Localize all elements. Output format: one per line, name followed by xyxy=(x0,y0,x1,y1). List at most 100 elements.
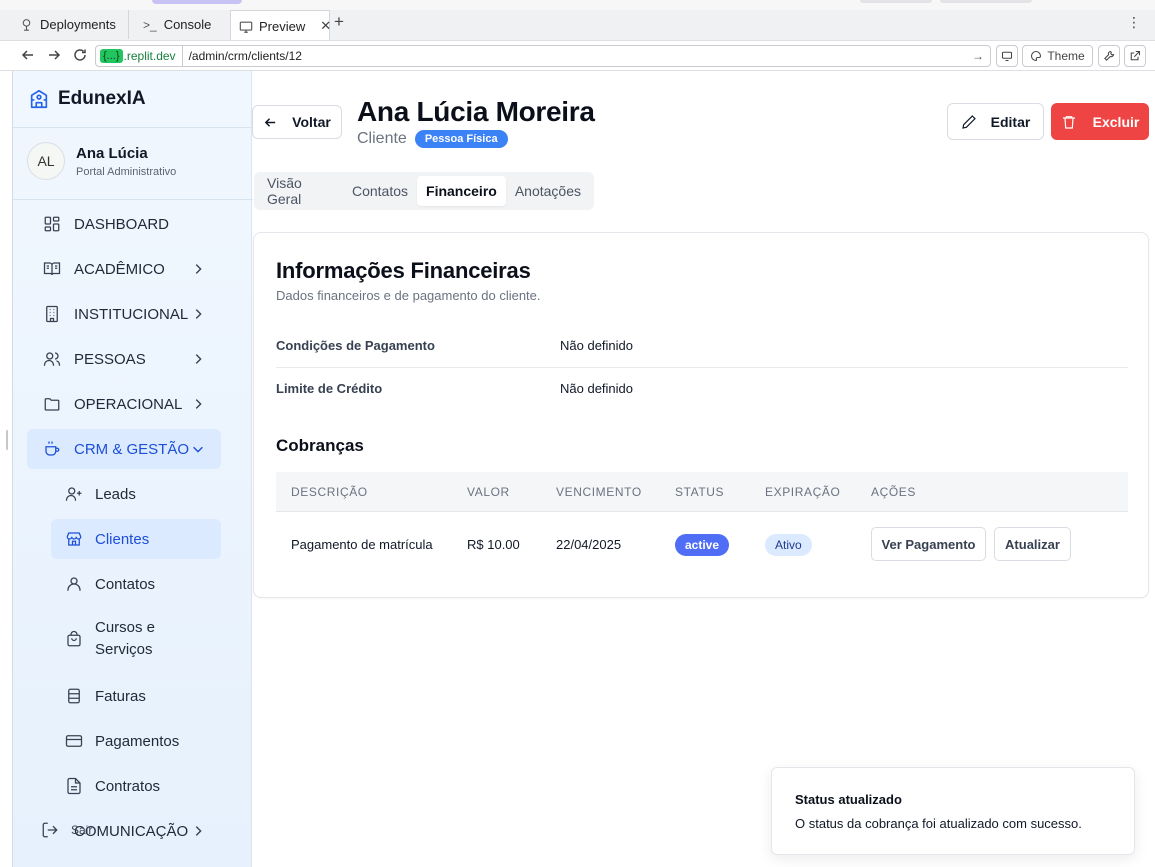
back-label: Voltar xyxy=(292,114,331,130)
more-vertical-icon[interactable]: ⋮ xyxy=(1127,14,1141,31)
back-button[interactable]: Voltar xyxy=(252,105,342,139)
info-row-payment-terms: Condições de Pagamento Não definido xyxy=(276,324,1128,367)
logout-button[interactable]: Sair xyxy=(41,821,92,839)
info-label: Limite de Crédito xyxy=(276,381,383,396)
edit-button[interactable]: Editar xyxy=(947,103,1044,140)
sidebar-item-label: Pagamentos xyxy=(95,732,180,750)
cell-description: Pagamento de matrícula xyxy=(291,536,433,552)
detail-tabs: Visão Geral Contatos Financeiro Anotaçõe… xyxy=(254,172,594,210)
sidebar-item-contratos[interactable]: Contratos xyxy=(51,766,221,806)
host-text: .replit.dev xyxy=(123,49,176,63)
sidebar-item-label: OPERACIONAL xyxy=(74,395,183,413)
open-external-button[interactable] xyxy=(1124,45,1146,67)
close-tab-icon[interactable]: ✕ xyxy=(320,18,331,34)
tab-label: Preview xyxy=(259,18,306,34)
sidebar-item-label: DASHBOARD xyxy=(74,215,170,233)
finance-card: Informações Financeiras Dados financeiro… xyxy=(253,232,1149,598)
charges-title: Cobranças xyxy=(276,436,364,455)
sidebar-item-operacional[interactable]: OPERACIONAL xyxy=(27,384,221,424)
users-icon xyxy=(43,350,61,368)
toast-notification[interactable]: Status atualizado O status da cobrança f… xyxy=(771,767,1135,855)
chevron-right-icon xyxy=(191,397,205,411)
coffee-icon xyxy=(43,440,61,458)
chevron-down-icon xyxy=(191,442,205,456)
divider xyxy=(13,199,253,200)
tab-deployments[interactable]: Deployments xyxy=(0,10,128,39)
expiration-badge: Ativo xyxy=(765,533,812,556)
sidebar-item-label: Contratos xyxy=(95,777,161,795)
cell-expiration: Ativo xyxy=(765,533,871,556)
chevron-right-icon xyxy=(191,824,205,838)
user-profile[interactable]: AL Ana Lúcia Portal Administrativo xyxy=(27,142,176,180)
sidebar-item-pagamentos[interactable]: Pagamentos xyxy=(51,721,221,761)
sidebar-item-label: INSTITUCIONAL xyxy=(74,305,189,323)
tab-visao-geral[interactable]: Visão Geral xyxy=(258,168,343,214)
dashboard-icon xyxy=(43,215,61,233)
terminal-icon: >_ xyxy=(143,17,157,32)
brand[interactable]: EdunexIA xyxy=(28,88,146,110)
reload-icon[interactable] xyxy=(72,47,89,64)
building-icon xyxy=(43,305,61,323)
address-toolbar: {...} .replit.dev /admin/crm/clients/12 … xyxy=(0,40,1155,71)
sidebar-item-institucional[interactable]: INSTITUCIONAL xyxy=(27,294,221,334)
user-name: Ana Lúcia xyxy=(76,145,148,162)
sidebar-item-academico[interactable]: ACADÊMICO xyxy=(27,249,221,289)
devtools-button[interactable] xyxy=(1098,45,1120,67)
sidebar-item-contatos[interactable]: Contatos xyxy=(51,564,221,604)
card-title: Informações Financeiras xyxy=(276,258,531,283)
info-row-credit-limit: Limite de Crédito Não definido xyxy=(276,367,1128,410)
devices-button[interactable] xyxy=(996,45,1018,67)
sidebar-item-crm-gestao[interactable]: CRM & GESTÃO xyxy=(27,429,221,469)
deployments-icon xyxy=(20,18,33,31)
tab-preview[interactable]: Preview ✕ xyxy=(230,10,331,41)
user-icon xyxy=(65,575,83,593)
theme-label: Theme xyxy=(1047,49,1085,63)
column-header: VENCIMENTO xyxy=(556,484,642,499)
delete-label: Excluir xyxy=(1092,113,1140,130)
tab-label: Console xyxy=(163,17,212,32)
pencil-icon xyxy=(961,114,977,130)
chevron-right-icon xyxy=(191,262,205,276)
sidebar-item-label: Contatos xyxy=(95,575,156,593)
browser-tabbar: Deployments >_ Console Preview ✕ + ⋮ xyxy=(0,0,1155,41)
wrench-icon xyxy=(1103,50,1115,62)
column-header: VALOR xyxy=(467,484,510,499)
tabbar-decoration xyxy=(940,0,1032,3)
forward-arrow-icon[interactable] xyxy=(46,47,63,64)
info-value: Não definido xyxy=(560,338,633,353)
chevron-right-icon xyxy=(191,352,205,366)
sidebar-item-leads[interactable]: Leads xyxy=(51,474,221,514)
url-host: {...} .replit.dev xyxy=(96,46,183,66)
sidebar-item-dashboard[interactable]: DASHBOARD xyxy=(27,204,221,244)
sidebar-item-cursos-servicos[interactable]: Cursos e Serviços xyxy=(51,613,221,665)
theme-button[interactable]: Theme xyxy=(1022,45,1093,67)
sidebar-item-faturas[interactable]: Faturas xyxy=(51,676,221,716)
toast-message: O status da cobrança foi atualizado com … xyxy=(795,816,1082,831)
column-header: EXPIRAÇÃO xyxy=(765,484,841,499)
user-plus-icon xyxy=(65,485,83,503)
resize-handle[interactable] xyxy=(6,430,8,450)
tab-financeiro[interactable]: Financeiro xyxy=(417,176,506,206)
tab-console[interactable]: >_ Console xyxy=(128,10,230,39)
edit-label: Editar xyxy=(990,113,1031,130)
view-payment-button[interactable]: Ver Pagamento xyxy=(871,527,986,561)
tab-contatos[interactable]: Contatos xyxy=(343,176,417,206)
log-out-icon xyxy=(41,821,59,839)
tab-anotacoes[interactable]: Anotações xyxy=(506,176,590,206)
back-arrow-icon[interactable] xyxy=(20,47,37,64)
go-arrow-icon[interactable]: → xyxy=(972,49,984,63)
sidebar-item-label: Leads xyxy=(95,485,136,503)
new-tab-icon[interactable]: + xyxy=(334,12,344,32)
divider xyxy=(13,127,253,128)
page-subtitle: Cliente Pessoa Física xyxy=(357,130,508,148)
info-value: Não definido xyxy=(560,381,633,396)
sidebar-item-label: CRM & GESTÃO xyxy=(74,440,190,458)
url-field[interactable]: {...} .replit.dev /admin/crm/clients/12 … xyxy=(95,45,991,67)
logout-label: Sair xyxy=(71,823,93,837)
charges-table: DESCRIÇÃO VALOR VENCIMENTO STATUS EXPIRA… xyxy=(276,472,1128,576)
delete-button[interactable]: Excluir xyxy=(1051,103,1149,140)
monitor-icon xyxy=(1001,50,1013,62)
update-button[interactable]: Atualizar xyxy=(994,527,1071,561)
sidebar-item-clientes[interactable]: Clientes xyxy=(51,519,221,559)
sidebar-item-pessoas[interactable]: PESSOAS xyxy=(27,339,221,379)
